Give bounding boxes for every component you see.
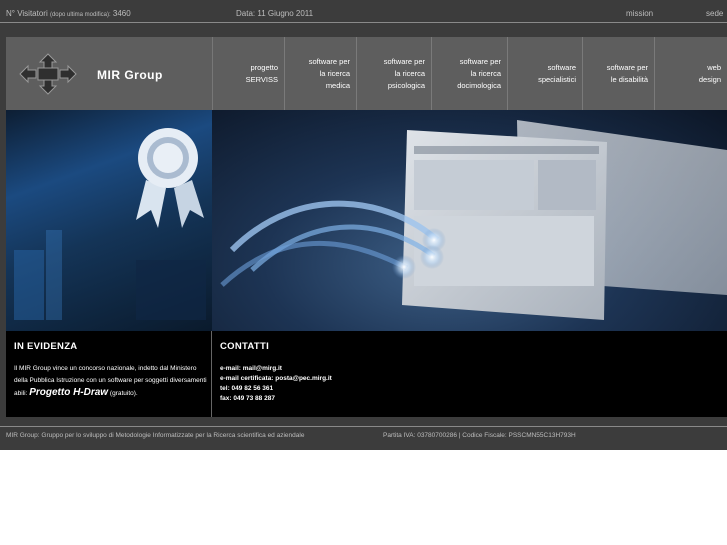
contacts-title: CONTATTI bbox=[220, 341, 270, 352]
current-date: Data: 11 Giugno 2011 bbox=[236, 9, 314, 18]
brand-name: MIR Group bbox=[97, 68, 163, 82]
software-screens-illustration bbox=[220, 120, 727, 320]
footer-fiscal-info: Partita IVA: 03780700286 | Codice Fiscal… bbox=[383, 432, 576, 439]
visitors-counter: N° Visitatori (dopo ultima modifica): 34… bbox=[6, 9, 131, 18]
nav-label: software per la ricerca psicologica bbox=[383, 56, 425, 90]
nav-ricerca-docimologica[interactable]: software per la ricerca docimologica bbox=[432, 37, 508, 110]
visitors-label: N° Visitatori bbox=[6, 9, 48, 18]
header: MIR Group progetto SERVISS software per … bbox=[6, 37, 727, 110]
nav-progetto-serviss[interactable]: progetto SERVISS bbox=[212, 37, 285, 110]
hero-software-image bbox=[212, 110, 727, 331]
nav-label: software specialistici bbox=[538, 62, 576, 84]
nav-label: software per la ricerca docimologica bbox=[457, 56, 501, 90]
nav-ricerca-psicologica[interactable]: software per la ricerca psicologica bbox=[357, 37, 432, 110]
mission-link[interactable]: mission bbox=[626, 9, 653, 18]
news-panel: IN EVIDENZA Il MIR Group vince un concor… bbox=[6, 331, 212, 417]
nav-software-specialistici[interactable]: software specialistici bbox=[508, 37, 583, 110]
nav-label: software per la ricerca medica bbox=[308, 56, 350, 90]
visitors-note: (dopo ultima modifica): bbox=[49, 12, 111, 18]
nav-disabilita[interactable]: software per le disabilità bbox=[583, 37, 655, 110]
pec-link[interactable]: e-mail certificata: posta@pec.mirg.it bbox=[220, 374, 332, 384]
award-badge-icon bbox=[14, 128, 206, 320]
nav-label: progetto SERVISS bbox=[245, 62, 278, 84]
visitors-count: 3460 bbox=[112, 9, 131, 18]
news-title: IN EVIDENZA bbox=[14, 341, 78, 352]
phone-number: tel: 049 82 56 361 bbox=[220, 385, 274, 392]
sede-link[interactable]: sede bbox=[706, 9, 723, 18]
top-bar: N° Visitatori (dopo ultima modifica): 34… bbox=[0, 0, 727, 22]
logo[interactable]: MIR Group bbox=[6, 37, 213, 110]
nav-label: software per le disabilità bbox=[606, 62, 648, 84]
logo-mark-icon bbox=[19, 53, 77, 95]
footer-description: MIR Group: Gruppo per lo sviluppo di Met… bbox=[6, 432, 305, 439]
news-note: (gratuito). bbox=[109, 390, 138, 397]
contacts-list: e-mail: mail@mirg.it e-mail certificata:… bbox=[220, 364, 332, 404]
email-link[interactable]: e-mail: mail@mirg.it bbox=[220, 364, 332, 374]
nav-web-design[interactable]: web design bbox=[655, 37, 727, 110]
product-link[interactable]: Progetto H-Draw bbox=[29, 387, 108, 398]
top-divider bbox=[0, 22, 727, 23]
contacts-panel: CONTATTI e-mail: mail@mirg.it e-mail cer… bbox=[212, 331, 727, 417]
nav-label: web design bbox=[698, 62, 721, 84]
footer-divider bbox=[0, 426, 727, 427]
news-text: Il MIR Group vince un concorso nazionale… bbox=[14, 363, 208, 400]
nav-ricerca-medica[interactable]: software per la ricerca medica bbox=[285, 37, 357, 110]
fax-number: fax: 049 73 88 287 bbox=[220, 395, 275, 402]
hero-award-image bbox=[6, 110, 212, 331]
